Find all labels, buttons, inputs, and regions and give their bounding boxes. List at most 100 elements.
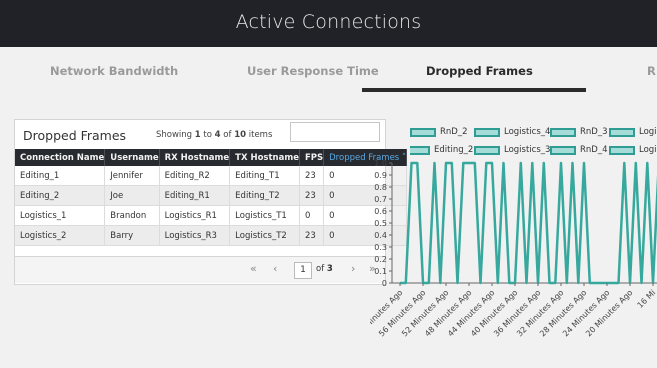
cell-fps: 23 [299,166,325,186]
connections-table: Connection Name Username RX Hostname TX … [15,149,408,246]
data-point [588,282,591,284]
data-point [594,282,597,284]
legend-label: RnD_3 [580,127,608,137]
data-point [404,282,407,284]
tab-network-bandwidth[interactable]: Network Bandwidth [50,64,178,78]
y-tick-label: 1.0 [374,159,387,168]
items-count-label: Showing 1 to 4 of 10 items [156,130,272,140]
y-tick-label: 0.1 [374,267,387,276]
legend-item[interactable]: Logi [609,145,657,155]
legend-label: Logi [639,145,657,155]
page-number-input[interactable]: 1 [294,262,312,279]
dropped-frames-panel: Dropped Frames Showing 1 to 4 of 10 item… [14,119,408,285]
page-of-word: of [316,264,325,274]
legend-swatch [550,145,576,155]
data-point [427,282,430,284]
data-point [525,282,528,284]
data-point [416,162,419,164]
data-point [646,162,649,164]
legend-swatch [550,127,576,137]
column-header-rx-hostname[interactable]: RX Hostname [159,149,231,166]
next-page-button[interactable]: › [351,262,355,275]
legend-swatch [474,145,500,155]
pagination-bar: « ‹ 1 of 3 › » [15,256,385,283]
table-row[interactable]: Logistics_2 Barry Logistics_R3 Logistics… [15,225,408,246]
data-point [450,162,453,164]
data-point [410,162,413,164]
data-point [519,162,522,164]
data-point [542,162,545,164]
column-header-fps[interactable]: FPS [299,149,325,166]
data-point [508,282,511,284]
legend-swatch [474,127,500,137]
x-tick-label: 16 Mi [636,288,657,310]
data-point [548,282,551,284]
first-page-button[interactable]: « [250,262,257,275]
y-tick-label: 0.7 [374,195,387,204]
y-tick-label: 0.8 [374,183,387,192]
legend-label: Logi [639,127,657,137]
data-point [560,162,562,164]
showing-prefix: Showing [156,130,193,140]
showing-from: 1 [194,130,201,140]
cell-connection-name: Editing_1 [15,166,106,186]
data-point [611,282,614,284]
y-tick-label: 0 [382,279,387,288]
showing-to: 4 [214,130,221,140]
column-header-connection-name[interactable]: Connection Name [15,149,106,166]
data-point [583,162,585,164]
cell-username: Brandon [104,205,160,226]
cell-username: Barry [104,225,160,246]
legend-swatch [609,145,635,155]
cell-fps: 0 [299,205,325,226]
table-row[interactable]: Editing_2 Joe Editing_R1 Editing_T2 23 0 [15,185,408,206]
data-point [600,282,603,284]
legend-item[interactable]: Editing_2 [410,145,473,155]
prev-page-button[interactable]: ‹ [273,262,277,275]
legend-swatch [609,127,635,137]
chart-legend: RnD_2 Logistics_4 RnD_3 Logi Editing_2 L… [410,124,657,160]
cell-connection-name: Logistics_1 [15,205,106,226]
data-point [496,282,499,284]
data-point [634,162,637,164]
table-header-row: Connection Name Username RX Hostname TX … [15,149,408,166]
tab-dropped-frames[interactable]: Dropped Frames [426,64,533,78]
legend-label: Logistics_4 [504,127,551,137]
cell-rx-hostname: Editing_R2 [159,166,231,186]
column-header-username[interactable]: Username [104,149,160,166]
cell-tx-hostname: Editing_T2 [229,185,300,206]
y-tick-label: 0.4 [374,231,387,240]
legend-item[interactable]: Logistics_4 [474,127,550,137]
legend-item[interactable]: RnD_2 [410,127,468,137]
data-point [462,162,465,164]
legend-label: RnD_2 [440,127,468,137]
title-bar: Active Connections [0,0,657,47]
table-row[interactable]: Logistics_1 Brandon Logistics_R1 Logisti… [15,205,408,226]
legend-swatch [410,127,436,137]
y-tick-label: 0.6 [374,207,387,216]
tab-user-response-time[interactable]: User Response Time [247,64,379,78]
data-point [577,282,580,284]
legend-label: RnD_4 [580,145,608,155]
cell-rx-hostname: Editing_R1 [159,185,231,206]
cell-connection-name: Logistics_2 [15,225,106,246]
legend-label: Logistics_3 [504,145,551,155]
data-point [623,162,626,164]
showing-of-word: of [223,130,232,140]
legend-item[interactable]: RnD_3 [550,127,608,137]
legend-item[interactable]: Logistics_3 [474,145,550,155]
tab-next-partial[interactable]: R [647,64,656,78]
cell-tx-hostname: Editing_T1 [229,166,300,186]
table-row[interactable]: Editing_1 Jennifer Editing_R2 Editing_T1… [15,166,408,186]
column-header-tx-hostname[interactable]: TX Hostname [229,149,300,166]
y-tick-label: 0.5 [374,219,387,228]
page-title: Active Connections [235,11,422,33]
cell-fps: 23 [299,185,325,206]
cell-username: Joe [104,185,160,206]
legend-item[interactable]: RnD_4 [550,145,608,155]
legend-item[interactable]: Logi [609,127,657,137]
cell-fps: 23 [299,225,325,246]
data-point [502,162,505,164]
dropped-frames-chart: 1.00.90.80.70.60.50.40.30.20.1060 Minute… [370,159,657,338]
search-input[interactable] [290,122,380,142]
